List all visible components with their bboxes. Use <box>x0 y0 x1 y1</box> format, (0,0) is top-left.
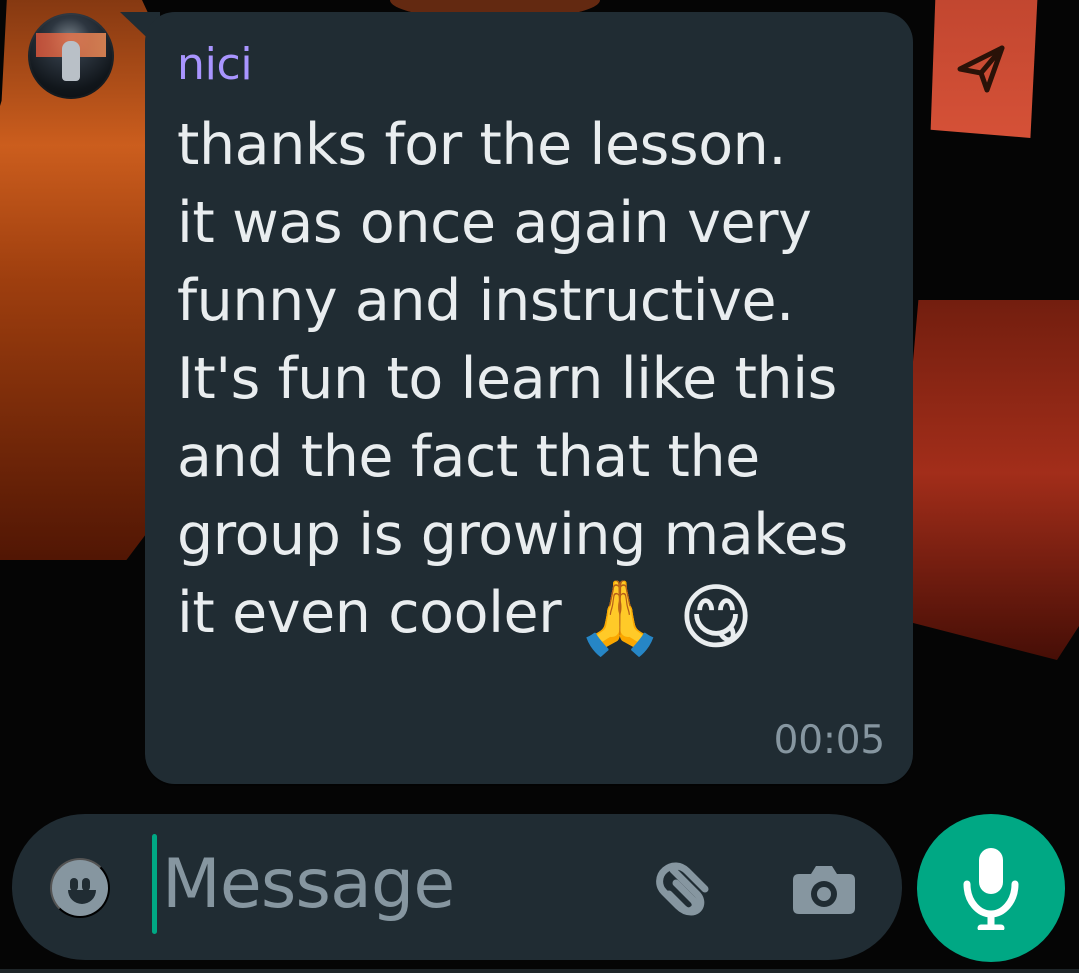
message-line: it even cooler <box>177 580 562 646</box>
message-line: funny and instructive. <box>177 268 794 334</box>
sender-name: nici <box>177 39 253 90</box>
bottom-divider <box>0 969 1079 973</box>
message-input[interactable] <box>162 832 592 936</box>
message-bubble[interactable]: nici thanks for the lesson. it was once … <box>145 12 913 784</box>
mic-button[interactable] <box>917 814 1065 962</box>
message-composer <box>12 814 902 960</box>
chat-screen: nici thanks for the lesson. it was once … <box>0 0 1079 973</box>
message-line: It's fun to learn like this <box>177 346 837 412</box>
emoji-icon[interactable] <box>50 858 110 918</box>
text-cursor <box>152 834 157 934</box>
microphone-icon <box>963 848 1019 930</box>
send-arrow-icon <box>957 45 1005 93</box>
message-text: thanks for the lesson. it was once again… <box>177 106 887 659</box>
avatar-person-shape <box>62 41 80 81</box>
camera-icon[interactable] <box>789 858 859 918</box>
yum-face-emoji: 😋 <box>678 575 754 659</box>
message-line: it was once again very <box>177 190 812 256</box>
emoji-icon-mouth <box>68 890 96 904</box>
message-timestamp: 00:05 <box>773 718 886 763</box>
message-line: group is growing makes <box>177 502 848 568</box>
praying-hands-emoji: 🙏 <box>575 575 665 659</box>
wallpaper-right-bottom-shape <box>889 300 1079 660</box>
message-last-line: it even cooler 🙏 😋 <box>177 574 887 659</box>
message-line: thanks for the lesson. <box>177 112 787 178</box>
paperclip-icon[interactable] <box>650 852 720 922</box>
message-line: and the fact that the <box>177 424 760 490</box>
avatar[interactable] <box>28 13 114 99</box>
